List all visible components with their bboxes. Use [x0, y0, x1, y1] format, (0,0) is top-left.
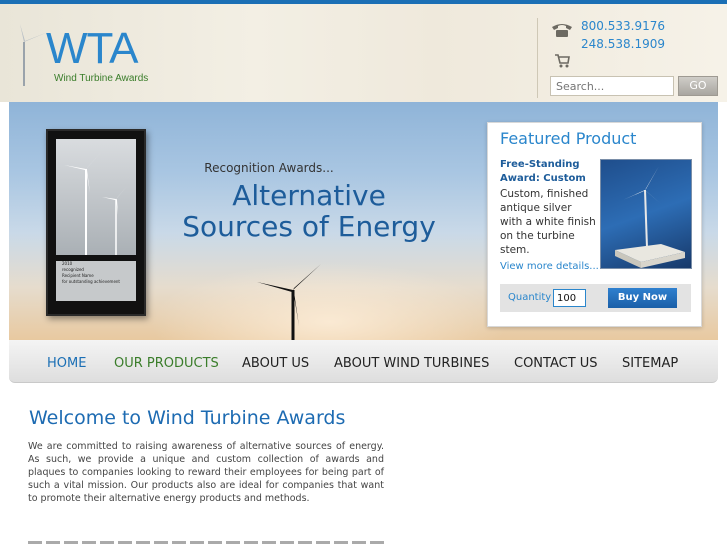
phone-number-secondary[interactable]: 248.538.1909 — [581, 37, 665, 51]
featured-product-name-line2[interactable]: Award: Custom — [500, 172, 596, 186]
featured-product-name[interactable]: Free-Standing Award: Custom — [500, 158, 596, 186]
hero-banner: 2010 recognized Recipient Name for outst… — [9, 102, 718, 340]
intro-paragraph: We are committed to raising awareness of… — [28, 441, 384, 504]
nav-item-about-us[interactable]: ABOUT US — [242, 356, 309, 371]
plaque-nameplate: 2010 recognized Recipient Name for outst… — [56, 261, 136, 301]
shopping-cart-icon[interactable] — [554, 54, 570, 68]
featured-product-description: Custom, finished antique silver with a w… — [500, 188, 596, 256]
site-tagline: Wind Turbine Awards — [54, 73, 149, 84]
next-paragraph-cutoff — [28, 539, 384, 545]
featured-turbine-award-icon — [615, 166, 685, 268]
featured-product-image[interactable] — [600, 159, 692, 269]
quantity-label: Quantity — [508, 292, 552, 303]
featured-product-name-line1[interactable]: Free-Standing — [500, 158, 596, 172]
buy-now-button[interactable]: Buy Now — [608, 288, 677, 308]
search-go-button[interactable]: GO — [678, 76, 718, 96]
view-more-details-link[interactable]: View more details... — [500, 261, 599, 272]
phone-number-primary[interactable]: 800.533.9176 — [581, 19, 665, 33]
page-heading: Welcome to Wind Turbine Awards — [29, 407, 346, 429]
purchase-bar: Quantity Buy Now — [500, 284, 691, 312]
header-divider — [537, 18, 538, 98]
search-input[interactable] — [550, 76, 674, 96]
hero-wind-turbine-icon — [257, 264, 321, 340]
nav-item-contact-us[interactable]: CONTACT US — [514, 356, 598, 371]
award-plaque-image: 2010 recognized Recipient Name for outst… — [46, 129, 146, 316]
featured-product-heading: Featured Product — [500, 129, 637, 148]
quantity-input[interactable] — [553, 289, 586, 307]
plaque-line-achievement: for outstanding achievement — [62, 279, 121, 284]
plaque-artwork — [56, 139, 136, 255]
nav-item-sitemap[interactable]: SITEMAP — [622, 356, 678, 371]
featured-product-card: Featured Product Free-Standing Award: Cu… — [487, 122, 702, 327]
site-logo[interactable]: WTA — [46, 24, 138, 74]
wind-turbine-logo-icon — [12, 24, 48, 86]
plaque-turbines-icon — [64, 149, 128, 255]
main-navigation: HOME OUR PRODUCTS ABOUT US ABOUT WIND TU… — [9, 340, 718, 383]
phone-icon — [552, 24, 572, 37]
nav-item-home[interactable]: HOME — [47, 356, 86, 371]
hero-title-line2: Sources of Energy — [182, 210, 436, 243]
hero-title: Alternative Sources of Energy — [159, 180, 459, 242]
site-header: WTA Wind Turbine Awards 800.533.9176 248… — [0, 4, 727, 102]
nav-item-our-products[interactable]: OUR PRODUCTS — [114, 356, 219, 371]
nav-item-about-wind-turbines[interactable]: ABOUT WIND TURBINES — [334, 356, 489, 371]
hero-title-line1: Alternative — [232, 179, 386, 212]
hero-kicker: Recognition Awards... — [204, 161, 334, 175]
